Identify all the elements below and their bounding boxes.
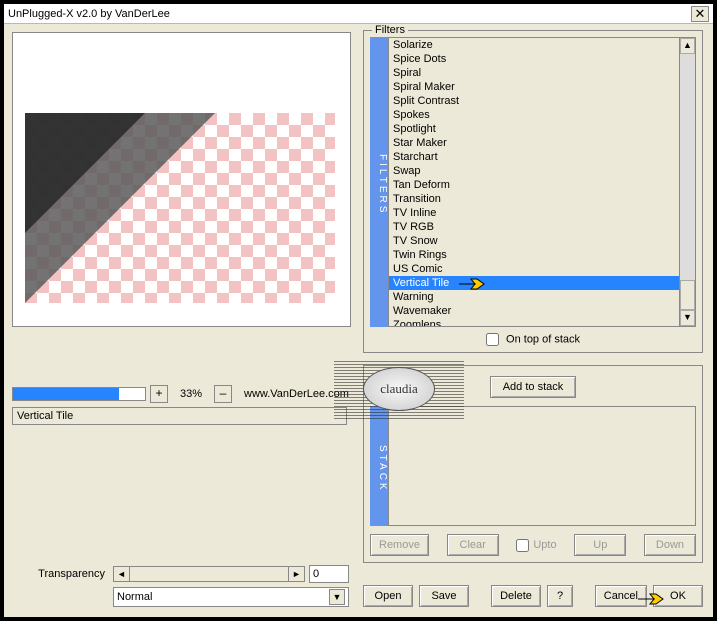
ok-button[interactable]: OK	[653, 585, 703, 607]
add-to-stack-button[interactable]: Add to stack	[490, 376, 577, 398]
filter-item[interactable]: TV Inline	[389, 206, 679, 220]
filters-listbox[interactable]: SolarizeSpice DotsSpiralSpiral MakerSpli…	[388, 37, 696, 327]
zoom-value: 33%	[172, 388, 210, 400]
save-button[interactable]: Save	[419, 585, 469, 607]
filter-item[interactable]: Solarize	[389, 38, 679, 52]
filter-item[interactable]: Tan Deform	[389, 178, 679, 192]
scroll-up-arrow[interactable]: ▲	[680, 38, 695, 54]
filter-item[interactable]: TV Snow	[389, 234, 679, 248]
preview-image	[25, 113, 335, 303]
window-title: UnPlugged-X v2.0 by VanDerLee	[8, 8, 691, 20]
transparency-input[interactable]	[309, 565, 349, 583]
filter-item[interactable]: Wavemaker	[389, 304, 679, 318]
filter-item[interactable]: TV RGB	[389, 220, 679, 234]
cancel-button[interactable]: Cancel	[595, 585, 647, 607]
filter-item[interactable]: Swap	[389, 164, 679, 178]
stack-listbox[interactable]	[388, 406, 696, 526]
filter-item[interactable]: Star Maker	[389, 136, 679, 150]
filters-legend: Filters	[372, 24, 408, 36]
filter-item[interactable]: Spice Dots	[389, 52, 679, 66]
preview-box	[12, 32, 351, 327]
open-button[interactable]: Open	[363, 585, 413, 607]
filter-item[interactable]: Transition	[389, 192, 679, 206]
selected-filter-label: Vertical Tile	[12, 407, 347, 425]
upto-label: Upto	[533, 539, 556, 551]
scroll-down-arrow[interactable]: ▼	[680, 310, 695, 326]
filters-tab[interactable]: FILTERS	[370, 37, 388, 327]
help-button[interactable]: ?	[547, 585, 573, 607]
up-button[interactable]: Up	[574, 534, 626, 556]
stack-tab[interactable]: STACK	[370, 406, 388, 526]
filter-item[interactable]: US Comic	[389, 262, 679, 276]
filter-item[interactable]: Zoomlens	[389, 318, 679, 326]
filter-item[interactable]: Vertical Tile	[389, 276, 679, 290]
transparency-slider[interactable]: ◄ ►	[113, 566, 305, 582]
slider-left-arrow[interactable]: ◄	[114, 567, 130, 581]
scrollbar-thumb[interactable]	[680, 280, 695, 310]
on-top-label: On top of stack	[506, 333, 580, 345]
filters-scrollbar[interactable]: ▲ ▼	[679, 38, 695, 326]
remove-button[interactable]: Remove	[370, 534, 429, 556]
zoom-in-button[interactable]: +	[150, 385, 168, 403]
blend-mode-select[interactable]: Normal ▼	[113, 587, 349, 607]
filter-item[interactable]: Twin Rings	[389, 248, 679, 262]
blend-mode-value: Normal	[117, 591, 152, 603]
zoom-out-button[interactable]: –	[214, 385, 232, 403]
transparency-label: Transparency	[14, 568, 109, 580]
down-button[interactable]: Down	[644, 534, 696, 556]
zoom-slider[interactable]	[12, 387, 146, 401]
clear-button[interactable]: Clear	[447, 534, 499, 556]
on-top-checkbox[interactable]	[486, 333, 499, 346]
filter-item[interactable]: Spokes	[389, 108, 679, 122]
upto-checkbox[interactable]	[516, 539, 529, 552]
chevron-down-icon[interactable]: ▼	[329, 589, 345, 605]
delete-button[interactable]: Delete	[491, 585, 541, 607]
filter-item[interactable]: Spiral Maker	[389, 80, 679, 94]
slider-right-arrow[interactable]: ►	[288, 567, 304, 581]
filter-item[interactable]: Starchart	[389, 150, 679, 164]
filter-item[interactable]: Spiral	[389, 66, 679, 80]
website-link[interactable]: www.VanDerLee.com	[244, 388, 349, 400]
filter-item[interactable]: Split Contrast	[389, 94, 679, 108]
close-button[interactable]: ✕	[691, 6, 709, 22]
filter-item[interactable]: Spotlight	[389, 122, 679, 136]
filter-item[interactable]: Warning	[389, 290, 679, 304]
